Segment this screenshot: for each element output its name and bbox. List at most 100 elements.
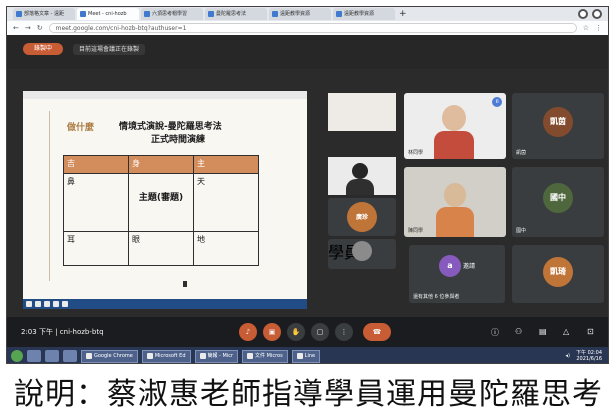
presentation-window-bar bbox=[23, 91, 307, 99]
grid-cell: 主 bbox=[193, 155, 259, 174]
meeting-info: 2:03 下午 | cni-hozb-btq bbox=[21, 327, 104, 337]
taskbar-app[interactable]: 簡報 - Micr bbox=[194, 349, 239, 363]
end-call-button[interactable]: ☎ bbox=[363, 323, 391, 341]
edge-icon bbox=[146, 353, 153, 359]
forward-icon[interactable]: → bbox=[25, 24, 31, 32]
page: 部落格文章 - 遠距 Meet - cni-hozb 六頂思考帽學習 曼陀羅思考… bbox=[0, 0, 615, 414]
powerpoint-icon bbox=[199, 353, 206, 359]
participant-tile[interactable]: 凱琦 bbox=[512, 245, 604, 303]
participant-name: 邀請 bbox=[463, 263, 476, 270]
participant-tile[interactable]: 我 bbox=[328, 93, 396, 131]
photo-caption: 說明：蔡淑惠老師指導學員運用曼陀羅思考 bbox=[14, 377, 603, 412]
participant-head bbox=[442, 105, 466, 131]
window-controls bbox=[578, 9, 608, 19]
windows-taskbar: Google Chrome Microsoft Ed 簡報 - Micr 文件 … bbox=[7, 347, 608, 363]
grid-cell: 耳 bbox=[63, 231, 129, 266]
people-icon[interactable]: ⚇ bbox=[515, 327, 522, 336]
profile-icon[interactable] bbox=[578, 9, 588, 19]
grid-row: 鼻 主題(審題) 天 bbox=[63, 173, 259, 232]
camera-toggle-button[interactable]: ▣ bbox=[263, 323, 281, 341]
grid-row: 耳 眼 地 bbox=[63, 231, 259, 266]
tab-favicon-icon bbox=[16, 11, 22, 17]
taskbar-app[interactable]: Microsoft Ed bbox=[141, 349, 191, 363]
more-options-button[interactable]: ⋮ bbox=[335, 323, 353, 341]
taskbar-app-label: Microsoft Ed bbox=[154, 353, 186, 359]
participant-head bbox=[444, 183, 466, 207]
present-icon: ▢ bbox=[316, 328, 324, 336]
participant-tile[interactable]: 陳同學 bbox=[404, 167, 506, 237]
meeting-code: cni-hozb-btq bbox=[59, 328, 104, 336]
browser-tab[interactable]: 遠距教學資源 bbox=[333, 8, 395, 20]
recording-notice: 目前這場會議正在錄製 bbox=[73, 44, 146, 55]
participant-body bbox=[434, 131, 474, 159]
taskbar-app-label: Google Chrome bbox=[94, 353, 133, 359]
taskbar-app-label: 文件 Micros bbox=[255, 353, 283, 359]
participant-body bbox=[346, 179, 374, 195]
recording-badge[interactable]: 錄製中 bbox=[23, 43, 63, 55]
grid-cell: 地 bbox=[193, 231, 259, 266]
participant-tile[interactable]: 廣珍 bbox=[328, 198, 396, 236]
menu-icon[interactable]: ⋮ bbox=[595, 24, 602, 32]
participant-initial: a bbox=[447, 261, 453, 270]
video-feed bbox=[328, 93, 396, 131]
reload-icon[interactable]: ↻ bbox=[37, 24, 43, 32]
participant-head bbox=[352, 163, 368, 179]
speaking-indicator-icon: ॥ bbox=[492, 97, 502, 107]
taskbar-app[interactable]: Google Chrome bbox=[81, 349, 138, 363]
chat-icon[interactable]: ▤ bbox=[539, 327, 547, 336]
extension-icon[interactable] bbox=[592, 9, 602, 19]
participant-tile[interactable]: 凱茵 凱茵 bbox=[512, 93, 604, 159]
mic-toggle-button[interactable]: ♪ bbox=[239, 323, 257, 341]
new-tab-button[interactable]: + bbox=[399, 9, 407, 19]
back-icon[interactable]: ← bbox=[13, 24, 19, 32]
taskbar-app-icon bbox=[26, 301, 32, 307]
volume-icon[interactable]: ◂) bbox=[566, 353, 570, 359]
taskbar-app-label: Line bbox=[304, 353, 316, 359]
participant-avatar: 凱茵 bbox=[543, 107, 573, 137]
screenshot-frame: 部落格文章 - 遠距 Meet - cni-hozb 六頂思考帽學習 曼陀羅思考… bbox=[6, 6, 609, 364]
tab-favicon-icon bbox=[336, 11, 342, 17]
address-bar[interactable]: meet.google.com/cni-hozb-btq?authuser=1 bbox=[48, 23, 577, 33]
grid-center-topic: 主題(審題) bbox=[138, 193, 184, 203]
tab-label: 六頂思考帽學習 bbox=[152, 11, 188, 17]
participant-avatar bbox=[352, 241, 372, 261]
media-icon[interactable] bbox=[63, 350, 77, 362]
browser-tab-active[interactable]: Meet - cni-hozb bbox=[77, 8, 139, 20]
browser-tab-strip: 部落格文章 - 遠距 Meet - cni-hozb 六頂思考帽學習 曼陀羅思考… bbox=[7, 7, 608, 21]
clock[interactable]: 下午 02:04 2021/6/16 bbox=[576, 350, 602, 362]
taskbar-app[interactable]: 文件 Micros bbox=[242, 349, 288, 363]
more-participants-label: 還有其他 6 位參與者 bbox=[413, 294, 460, 300]
participant-tile[interactable]: a 邀請 還有其他 6 位參與者 bbox=[409, 245, 505, 303]
word-icon bbox=[247, 353, 254, 359]
shared-screen-taskbar bbox=[23, 299, 307, 309]
taskbar-app-icon bbox=[44, 301, 50, 307]
ie-icon[interactable] bbox=[27, 350, 41, 362]
browser-tab[interactable]: 六頂思考帽學習 bbox=[141, 8, 203, 20]
participant-body bbox=[436, 207, 474, 237]
star-icon[interactable]: ☆ bbox=[583, 24, 589, 32]
raise-hand-button[interactable]: ✋ bbox=[287, 323, 305, 341]
taskbar-app-icon bbox=[62, 301, 68, 307]
participant-tile[interactable]: 國中 國中 bbox=[512, 167, 604, 237]
participant-tile[interactable]: 學員 bbox=[328, 239, 396, 269]
more-options-icon: ⋮ bbox=[340, 328, 348, 336]
browser-tab[interactable]: 曼陀羅思考法 bbox=[205, 8, 267, 20]
mic-off-icon: ♪ bbox=[245, 328, 251, 336]
info-icon[interactable]: ⓘ bbox=[491, 327, 499, 338]
participant-tile[interactable]: ॥ 林同學 bbox=[404, 93, 506, 159]
participant-tile[interactable] bbox=[328, 157, 396, 195]
present-button[interactable]: ▢ bbox=[311, 323, 329, 341]
lock-icon[interactable]: ⊡ bbox=[587, 327, 594, 336]
tab-favicon-icon bbox=[208, 11, 214, 17]
grid-cell: 身 bbox=[128, 155, 194, 174]
grid-cell: 吉 bbox=[63, 155, 129, 174]
activities-icon[interactable]: △ bbox=[563, 327, 569, 336]
start-button-icon[interactable] bbox=[11, 350, 23, 362]
taskbar-app[interactable]: Line bbox=[291, 349, 321, 363]
slide-tag: 做什麼 bbox=[67, 123, 95, 133]
folder-icon[interactable] bbox=[45, 350, 59, 362]
meeting-info-separator: | bbox=[55, 328, 58, 336]
taskbar-app-label: 簡報 - Micr bbox=[207, 353, 234, 359]
browser-tab[interactable]: 遠距教學資源 bbox=[269, 8, 331, 20]
browser-tab[interactable]: 部落格文章 - 遠距 bbox=[13, 8, 75, 20]
